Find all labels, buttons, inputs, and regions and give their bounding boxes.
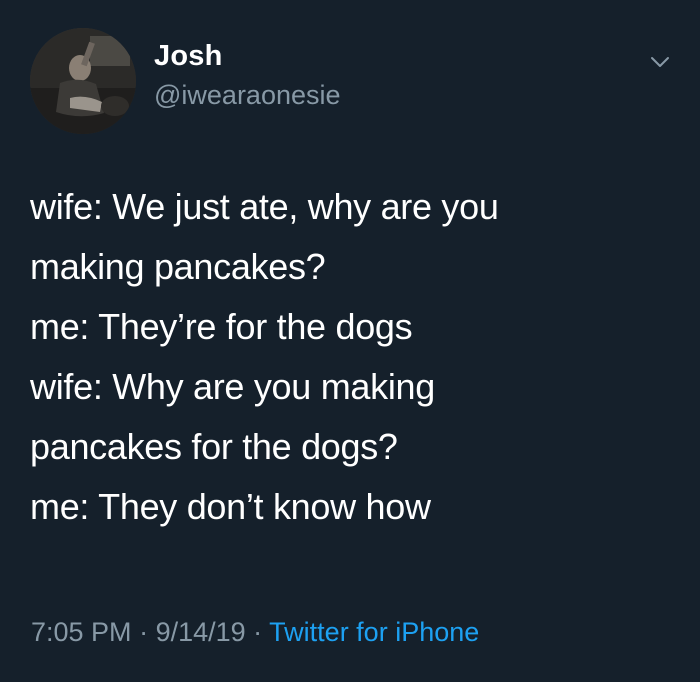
tweet-source-link[interactable]: Twitter for iPhone <box>269 617 479 647</box>
avatar-photo <box>30 28 136 134</box>
tweet-text-line: pancakes for the dogs? <box>30 426 398 467</box>
tweet-text-line: me: They’re for the dogs <box>30 306 413 347</box>
tweet-text-line: wife: Why are you making <box>30 366 435 407</box>
display-name[interactable]: Josh <box>154 40 223 73</box>
tweet-text: wife: We just ate, why are you making pa… <box>30 177 670 537</box>
meta-separator: · <box>131 617 156 647</box>
tweet-card: Josh @iwearaonesie wife: We just ate, wh… <box>0 0 700 682</box>
tweet-date[interactable]: 9/14/19 <box>156 617 246 647</box>
tweet-time[interactable]: 7:05 PM <box>31 617 132 647</box>
user-handle[interactable]: @iwearaonesie <box>154 80 341 111</box>
tweet-text-line: making pancakes? <box>30 246 326 287</box>
meta-separator: · <box>245 617 270 647</box>
chevron-down-icon[interactable] <box>648 50 672 74</box>
tweet-text-line: me: They don’t know how <box>30 486 431 527</box>
tweet-metadata: 7:05 PM · 9/14/19 · Twitter for iPhone <box>31 617 479 648</box>
avatar[interactable] <box>30 28 136 134</box>
tweet-text-line: wife: We just ate, why are you <box>30 186 499 227</box>
